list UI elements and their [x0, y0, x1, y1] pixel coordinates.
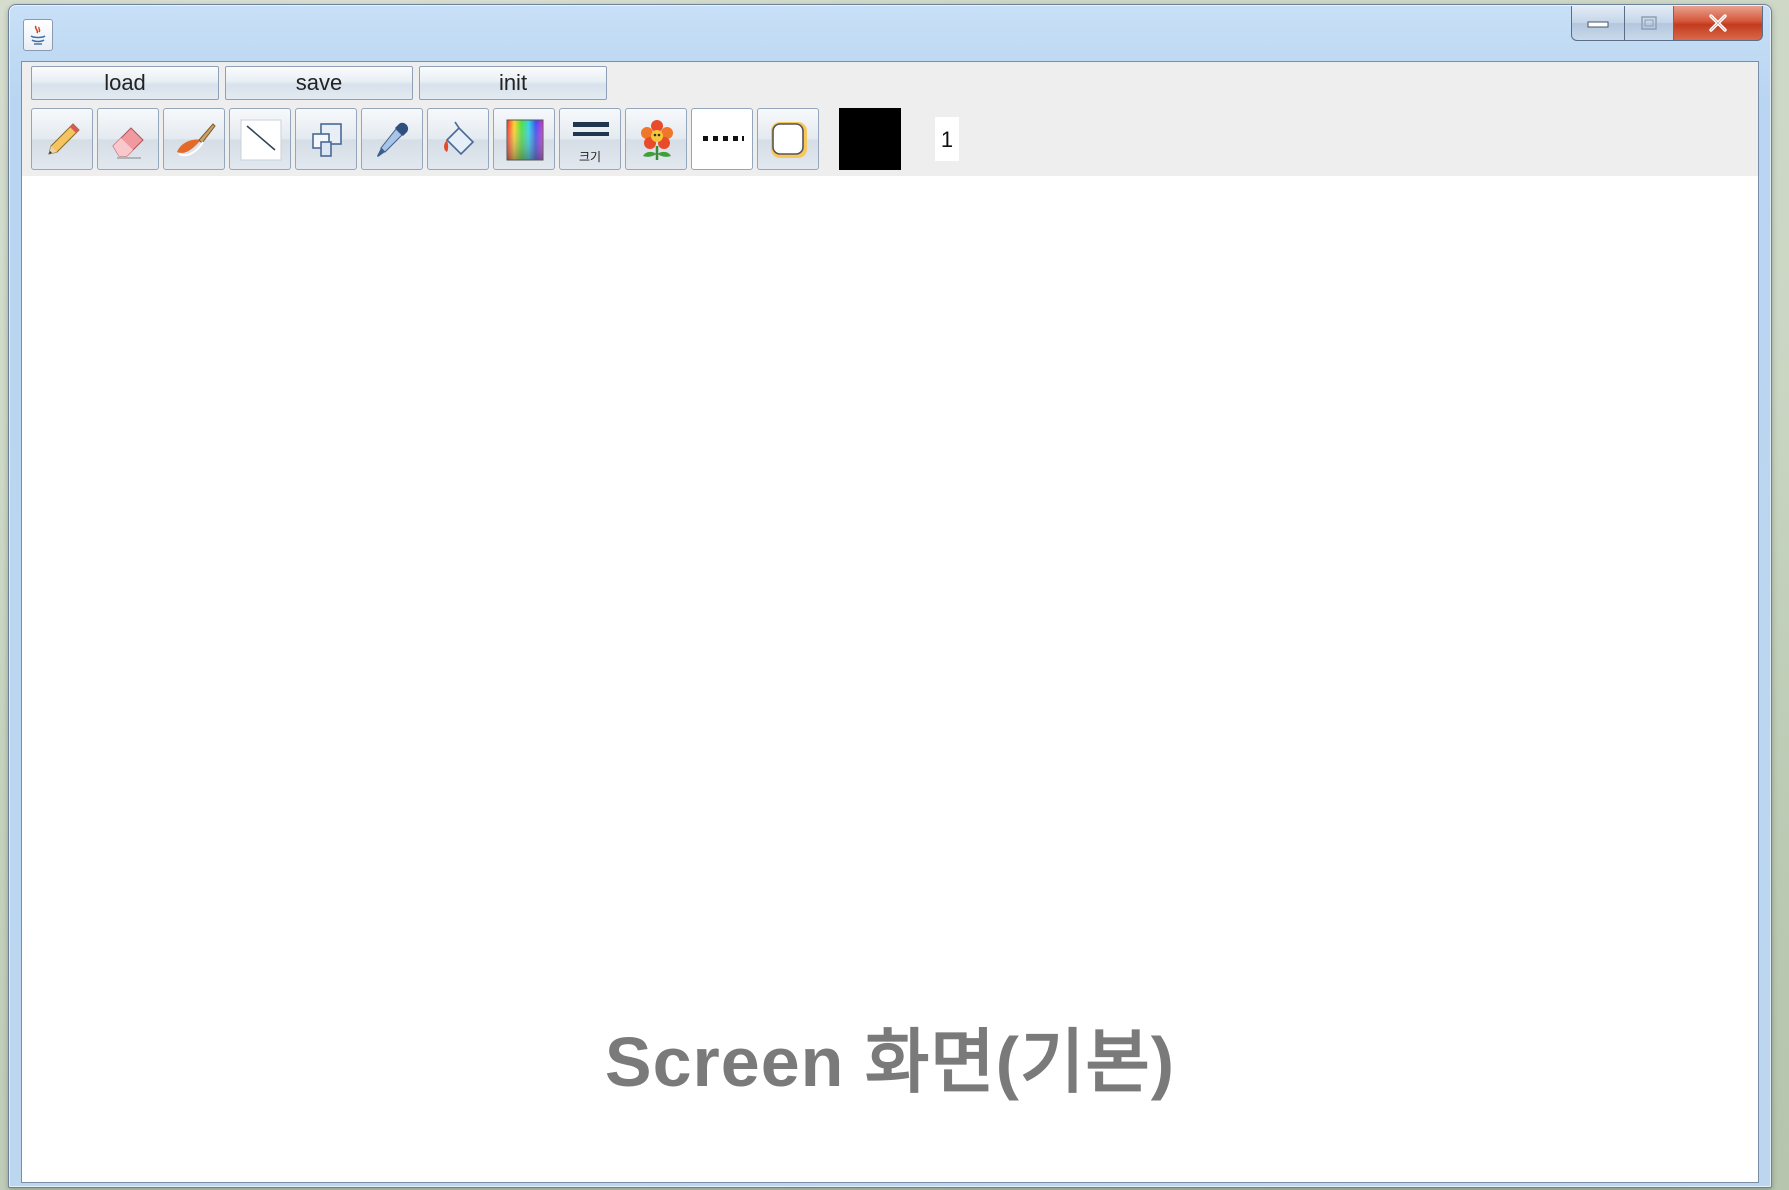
maximize-button[interactable]: [1625, 6, 1674, 41]
line-tool-button[interactable]: [229, 108, 291, 170]
java-app-icon[interactable]: [23, 19, 53, 51]
brush-icon: [177, 123, 216, 157]
dotted-line-tool-button[interactable]: [691, 108, 753, 170]
title-bar[interactable]: [9, 5, 1771, 61]
line-icon: [240, 119, 282, 161]
paint-bucket-tool-button[interactable]: [427, 108, 489, 170]
color-spectrum-tool-button[interactable]: [493, 108, 555, 170]
pencil-icon: [48, 123, 80, 155]
save-button[interactable]: save: [225, 66, 413, 100]
content-pane: load save init 크기 1 Screen 화면(기본): [21, 61, 1759, 1183]
eraser-icon: [112, 127, 144, 159]
size-value-label: 1: [935, 117, 959, 161]
paint-app-window: load save init 크기 1 Screen 화면(기본): [8, 4, 1772, 1188]
line-thickness-tool-button[interactable]: 크기: [559, 108, 621, 170]
init-button[interactable]: init: [419, 66, 607, 100]
dotted-line-icon: [703, 136, 744, 141]
eyedropper-tool-button[interactable]: [361, 108, 423, 170]
brush-tool-button[interactable]: [163, 108, 225, 170]
tool-row: 크기 1: [31, 108, 959, 170]
file-button-row: load save init: [31, 66, 607, 100]
line-thickness-icon: [573, 122, 609, 136]
flower-stamp-icon: [641, 120, 673, 160]
shapes-tool-button[interactable]: [295, 108, 357, 170]
maximize-icon: [1641, 16, 1657, 30]
eyedropper-icon: [377, 122, 409, 157]
flower-stamp-tool-button[interactable]: [625, 108, 687, 170]
close-icon: [1709, 14, 1727, 32]
current-color-swatch[interactable]: [839, 108, 901, 170]
screen-caption: Screen 화면(기본): [604, 1023, 1176, 1101]
minimize-icon: [1587, 21, 1609, 28]
minimize-button[interactable]: [1571, 6, 1625, 41]
line-thickness-label: 크기: [578, 150, 602, 164]
shapes-icon: [312, 123, 342, 157]
window-controls: [1571, 6, 1763, 42]
rounded-rect-icon: [771, 122, 807, 158]
rounded-rect-tool-button[interactable]: [757, 108, 819, 170]
paint-bucket-icon: [444, 121, 475, 156]
pencil-tool-button[interactable]: [31, 108, 93, 170]
eraser-tool-button[interactable]: [97, 108, 159, 170]
load-button[interactable]: load: [31, 66, 219, 100]
toolbar-panel: load save init 크기 1: [22, 62, 1758, 176]
close-button[interactable]: [1674, 6, 1763, 41]
color-spectrum-icon: [506, 119, 544, 161]
